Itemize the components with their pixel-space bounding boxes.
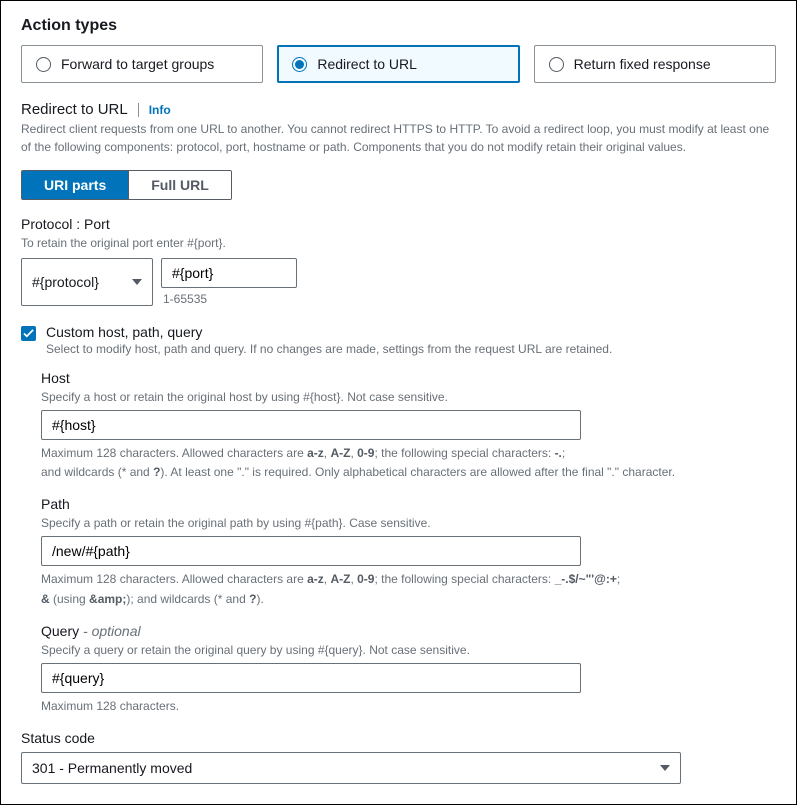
- custom-hpq-fields: Host Specify a host or retain the origin…: [41, 370, 776, 716]
- host-input[interactable]: [41, 410, 581, 440]
- tab-full-url[interactable]: Full URL: [128, 171, 231, 199]
- query-label: Query - optional: [41, 623, 776, 639]
- redirect-subheader: Redirect to URL: [21, 101, 128, 118]
- status-code-label: Status code: [21, 730, 776, 746]
- query-constraint: Maximum 128 characters.: [41, 697, 776, 716]
- action-type-radio-group: Forward to target groups Redirect to URL…: [21, 45, 776, 83]
- path-field: Path Specify a path or retain the origin…: [41, 496, 776, 608]
- caret-down-icon: [132, 279, 142, 285]
- path-label: Path: [41, 496, 776, 512]
- status-code-value: 301 - Permanently moved: [32, 760, 192, 776]
- action-forward-label: Forward to target groups: [61, 56, 214, 72]
- action-redirect-label: Redirect to URL: [317, 56, 417, 72]
- caret-down-icon: [660, 765, 670, 771]
- path-input[interactable]: [41, 536, 581, 566]
- query-help: Specify a query or retain the original q…: [41, 641, 776, 659]
- protocol-port-field: Protocol : Port To retain the original p…: [21, 216, 776, 306]
- action-redirect-option[interactable]: Redirect to URL: [277, 45, 519, 83]
- redirect-subheader-row: Redirect to URL Info: [21, 101, 776, 118]
- custom-hpq-row: Custom host, path, query Select to modif…: [21, 324, 776, 356]
- action-fixed-option[interactable]: Return fixed response: [534, 45, 776, 83]
- path-help: Specify a path or retain the original pa…: [41, 514, 776, 532]
- port-input[interactable]: [161, 258, 297, 288]
- status-code-field: Status code 301 - Permanently moved: [21, 730, 776, 784]
- custom-hpq-checkbox[interactable]: [21, 326, 36, 341]
- check-icon: [23, 328, 34, 339]
- host-help: Specify a host or retain the original ho…: [41, 388, 776, 406]
- radio-icon: [292, 57, 307, 72]
- divider: [138, 103, 139, 117]
- protocol-select[interactable]: #{protocol}: [21, 258, 153, 306]
- custom-hpq-desc: Select to modify host, path and query. I…: [46, 342, 612, 356]
- url-mode-tabs: URI parts Full URL: [21, 170, 232, 200]
- tab-uri-parts[interactable]: URI parts: [22, 171, 128, 199]
- action-fixed-label: Return fixed response: [574, 56, 711, 72]
- protocol-port-help: To retain the original port enter #{port…: [21, 234, 776, 252]
- custom-hpq-label: Custom host, path, query: [46, 324, 612, 340]
- protocol-port-label: Protocol : Port: [21, 216, 776, 232]
- radio-icon: [549, 57, 564, 72]
- path-constraint: Maximum 128 characters. Allowed characte…: [41, 570, 776, 608]
- radio-icon: [36, 57, 51, 72]
- query-field: Query - optional Specify a query or reta…: [41, 623, 776, 716]
- host-label: Host: [41, 370, 776, 386]
- host-field: Host Specify a host or retain the origin…: [41, 370, 776, 482]
- host-constraint: Maximum 128 characters. Allowed characte…: [41, 444, 776, 482]
- protocol-value: #{protocol}: [32, 274, 99, 290]
- status-code-select[interactable]: 301 - Permanently moved: [21, 752, 681, 784]
- section-title: Action types: [21, 17, 776, 35]
- info-link[interactable]: Info: [149, 103, 171, 117]
- action-forward-option[interactable]: Forward to target groups: [21, 45, 263, 83]
- port-range-help: 1-65535: [161, 292, 297, 306]
- redirect-description: Redirect client requests from one URL to…: [21, 120, 776, 156]
- query-input[interactable]: [41, 663, 581, 693]
- action-types-panel: Action types Forward to target groups Re…: [0, 0, 797, 805]
